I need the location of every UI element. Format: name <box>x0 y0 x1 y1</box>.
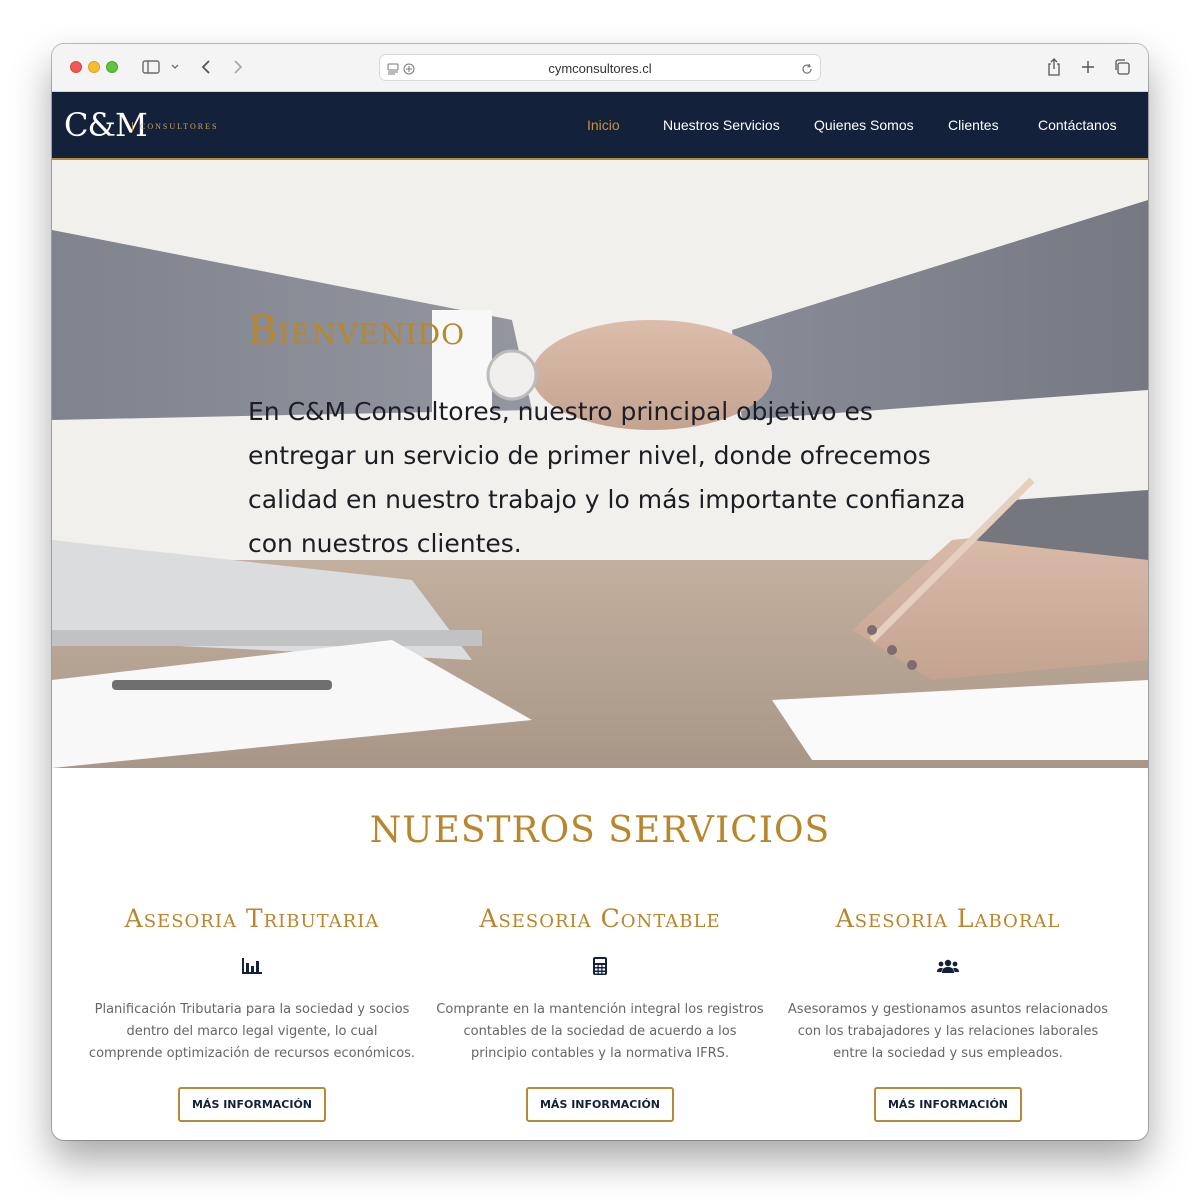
logo-mark[interactable]: C&M <box>64 106 148 144</box>
browser-toolbar: cymconsultores.cl <box>52 44 1148 92</box>
service-description: Asesoramos y gestionamos asuntos relacio… <box>787 1002 1109 1061</box>
service-title: Asesoria Contable <box>479 904 721 933</box>
site-header: C&M CONSULTORES Inicio Nuestros Servicio… <box>52 92 1148 160</box>
service-card-contable: Asesoria Contable Comprante en la manten… <box>430 904 770 1122</box>
nav-quienes-somos[interactable]: Quienes Somos <box>814 117 914 133</box>
address-bar[interactable]: cymconsultores.cl <box>379 54 821 81</box>
nav-inicio[interactable]: Inicio <box>587 117 620 133</box>
close-window-button[interactable] <box>70 61 82 73</box>
reload-icon[interactable] <box>800 58 814 80</box>
service-title: Asesoria Laboral <box>835 904 1061 933</box>
browser-window: cymconsultores.cl C&M CONSULTORES Inicio… <box>52 44 1148 1140</box>
share-icon[interactable] <box>1044 56 1064 78</box>
chevron-down-icon[interactable] <box>168 56 182 78</box>
service-description: Planificación Tributaria para la socieda… <box>88 1002 416 1061</box>
minimize-window-button[interactable] <box>88 61 100 73</box>
nav-clientes[interactable]: Clientes <box>948 117 999 133</box>
users-icon <box>937 955 959 977</box>
forward-icon[interactable] <box>228 56 248 78</box>
hero-title: Bienvenido <box>248 308 466 354</box>
hero-text: En C&M Consultores, nuestro principal ob… <box>248 397 966 558</box>
logo-divider <box>132 122 133 132</box>
mas-informacion-button[interactable]: MÁS INFORMACIÓN <box>525 1087 675 1122</box>
service-card-tributaria: Asesoria Tributaria Planificación Tribut… <box>82 904 422 1122</box>
back-icon[interactable] <box>196 56 216 78</box>
nav-nuestros-servicios[interactable]: Nuestros Servicios <box>663 117 780 133</box>
new-tab-icon[interactable] <box>1078 56 1098 78</box>
sidebar-toggle-icon[interactable] <box>140 56 162 78</box>
calculator-icon <box>589 955 611 977</box>
logo-subtitle: CONSULTORES <box>140 122 219 131</box>
zoom-window-button[interactable] <box>106 61 118 73</box>
tab-overview-icon[interactable] <box>1112 56 1132 78</box>
bar-chart-icon <box>241 955 263 977</box>
mas-informacion-button[interactable]: MÁS INFORMACIÓN <box>873 1087 1023 1122</box>
hero-section: Bienvenido En C&M Consultores, nuestro p… <box>52 160 1148 768</box>
service-title: Asesoria Tributaria <box>124 904 380 933</box>
mas-informacion-button[interactable]: MÁS INFORMACIÓN <box>177 1087 327 1122</box>
service-card-laboral: Asesoria Laboral Asesoramos y gestionamo… <box>778 904 1118 1122</box>
url-text: cymconsultores.cl <box>548 61 652 76</box>
service-description: Comprante en la mantención integral los … <box>436 1002 764 1061</box>
services-heading: NUESTROS SERVICIOS <box>369 810 831 851</box>
nav-contactanos[interactable]: Contáctanos <box>1038 117 1117 133</box>
